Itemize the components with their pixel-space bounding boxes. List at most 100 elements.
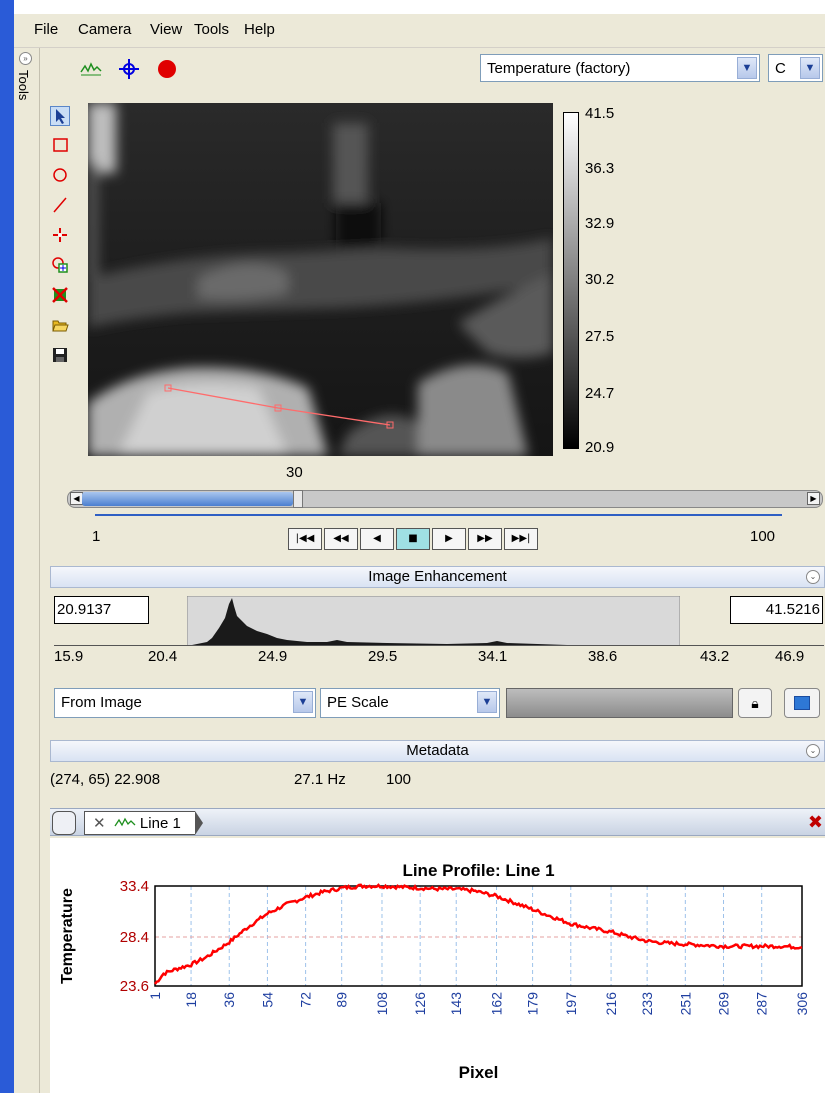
menu-tools[interactable]: Tools [194, 21, 229, 38]
histogram-tick: 24.9 [258, 648, 288, 665]
histogram-tick: 34.1 [478, 648, 508, 665]
slider-right-icon[interactable]: ▶ [807, 492, 820, 505]
palette-value: Temperature (factory) [487, 60, 631, 77]
chevron-down-icon[interactable]: ▼ [477, 691, 497, 713]
first-frame-icon[interactable]: |◀◀ [288, 528, 322, 550]
x-tick-label: 306 [794, 992, 810, 1016]
close-icon[interactable]: ✕ [93, 815, 106, 832]
x-tick-label: 269 [716, 992, 732, 1016]
histogram[interactable] [187, 596, 680, 646]
histogram-axis [54, 645, 824, 646]
frame-value: 100 [386, 771, 412, 788]
crosshair-icon[interactable] [118, 58, 140, 80]
line-profile-icon[interactable] [80, 58, 102, 80]
chevron-down-icon[interactable]: ▼ [737, 57, 757, 79]
main-content: Temperature (factory) ▼ C ▼ 41.5 36.3 32… [40, 48, 825, 1093]
x-tick-label: 179 [525, 992, 541, 1016]
source-value: From Image [61, 694, 142, 711]
histogram-tick: 38.6 [588, 648, 618, 665]
delete-roi-icon[interactable] [50, 286, 70, 306]
palette-preview-bar[interactable] [506, 688, 733, 718]
profile-series-line [153, 883, 803, 985]
menu-camera[interactable]: Camera [78, 21, 131, 38]
histogram-tick: 15.9 [54, 648, 84, 665]
palette-dropdown[interactable]: Temperature (factory) ▼ [480, 54, 760, 82]
tools-expand-icon[interactable]: » [19, 52, 32, 65]
collapse-icon[interactable]: ⌄ [806, 744, 820, 758]
frame-max: 100 [750, 528, 776, 545]
menu-file[interactable]: File [34, 21, 58, 38]
scale-value: PE Scale [327, 694, 389, 711]
last-frame-icon[interactable]: ▶▶| [504, 528, 538, 550]
menu-view[interactable]: View [150, 21, 182, 38]
y-tick-label: 28.4 [120, 929, 149, 946]
tools-panel-label[interactable]: Tools [16, 70, 31, 100]
tab-line-1[interactable]: ✕ Line 1 [84, 811, 203, 835]
x-tick-label: 54 [259, 992, 275, 1008]
metadata-header[interactable]: Metadata ⌄ [50, 740, 825, 762]
frame-slider[interactable]: ◀ ▶ [67, 490, 823, 508]
current-frame: 30 [286, 464, 303, 481]
colorbar-label: 36.3 [585, 160, 615, 177]
ellipse-icon[interactable] [50, 166, 70, 186]
close-all-icon[interactable]: ✖ [808, 812, 823, 832]
add-roi-icon[interactable] [50, 256, 70, 276]
step-back-icon[interactable]: ◀ [360, 528, 394, 550]
menu-help[interactable]: Help [244, 21, 275, 38]
metadata-row: (274, 65) 22.908 27.1 Hz 100 [50, 768, 825, 792]
unit-dropdown[interactable]: C ▼ [768, 54, 823, 82]
app-window: File Camera View Tools Help » Tools Temp… [0, 0, 825, 1093]
open-folder-icon[interactable] [50, 316, 70, 336]
thermal-image[interactable] [88, 103, 553, 456]
histogram-tick: 46.9 [775, 648, 805, 665]
line-icon[interactable] [50, 196, 70, 216]
x-tick-label: 251 [677, 992, 693, 1016]
histogram-tick: 43.2 [700, 648, 730, 665]
tab-scroll-icon[interactable] [52, 811, 76, 835]
x-tick-label: 18 [183, 992, 199, 1008]
colorbar-label: 30.2 [585, 271, 615, 288]
spot-icon[interactable] [50, 226, 70, 246]
slider-fill [82, 492, 293, 506]
histogram-tick: 29.5 [368, 648, 398, 665]
apply-enhancement-icon[interactable] [784, 688, 820, 718]
stop-icon[interactable]: ■ [396, 528, 430, 550]
colorbar-label: 27.5 [585, 328, 615, 345]
line-profile-plot: Line Profile: Line 1 1 18 36 54 72 89 108 126 143… [50, 838, 825, 1093]
cursor-readout: (274, 65) 22.908 [50, 771, 161, 788]
y-tick-label: 23.6 [120, 978, 149, 995]
x-axis-label: Pixel [459, 1063, 499, 1082]
enhancement-source-dropdown[interactable]: From Image ▼ [54, 688, 316, 718]
image-enhancement-header[interactable]: Image Enhancement ⌄ [50, 566, 825, 588]
x-tick-label: 162 [489, 992, 505, 1016]
play-icon[interactable]: ▶ [432, 528, 466, 550]
x-tick-label: 233 [639, 992, 655, 1016]
frame-range-bar [95, 514, 782, 516]
select-arrow-icon[interactable] [50, 106, 70, 126]
record-icon[interactable] [156, 58, 178, 80]
x-tick-label: 108 [374, 992, 390, 1016]
rewind-icon[interactable]: ◀◀ [324, 528, 358, 550]
chevron-down-icon[interactable]: ▼ [293, 691, 313, 713]
range-low-input[interactable]: 20.9137 [54, 596, 149, 624]
range-high-input[interactable]: 41.5216 [730, 596, 823, 624]
line-profile-chart: Line Profile: Line 1 1 18 36 54 72 89 108 126 143… [59, 861, 810, 1082]
histogram-tick: 20.4 [148, 648, 178, 665]
unit-value: C [775, 60, 786, 77]
scale-dropdown[interactable]: PE Scale ▼ [320, 688, 500, 718]
tools-side-panel: » Tools [14, 48, 40, 1093]
rectangle-icon[interactable] [50, 136, 70, 156]
lock-icon[interactable]: 🔒︎ [738, 688, 772, 718]
chevron-down-icon[interactable]: ▼ [800, 57, 820, 79]
colorbar-label: 24.7 [585, 385, 615, 402]
panel-title: Metadata [406, 742, 469, 759]
x-tick-label: 36 [221, 992, 237, 1008]
save-icon[interactable] [50, 346, 70, 366]
x-tick-label: 72 [298, 992, 314, 1008]
frame-rate: 27.1 Hz [294, 771, 346, 788]
fast-forward-icon[interactable]: ▶▶ [468, 528, 502, 550]
x-tick-label: 197 [563, 992, 579, 1016]
collapse-icon[interactable]: ⌄ [806, 570, 820, 584]
slider-thumb[interactable] [293, 490, 303, 508]
x-tick-label: 89 [334, 992, 350, 1008]
